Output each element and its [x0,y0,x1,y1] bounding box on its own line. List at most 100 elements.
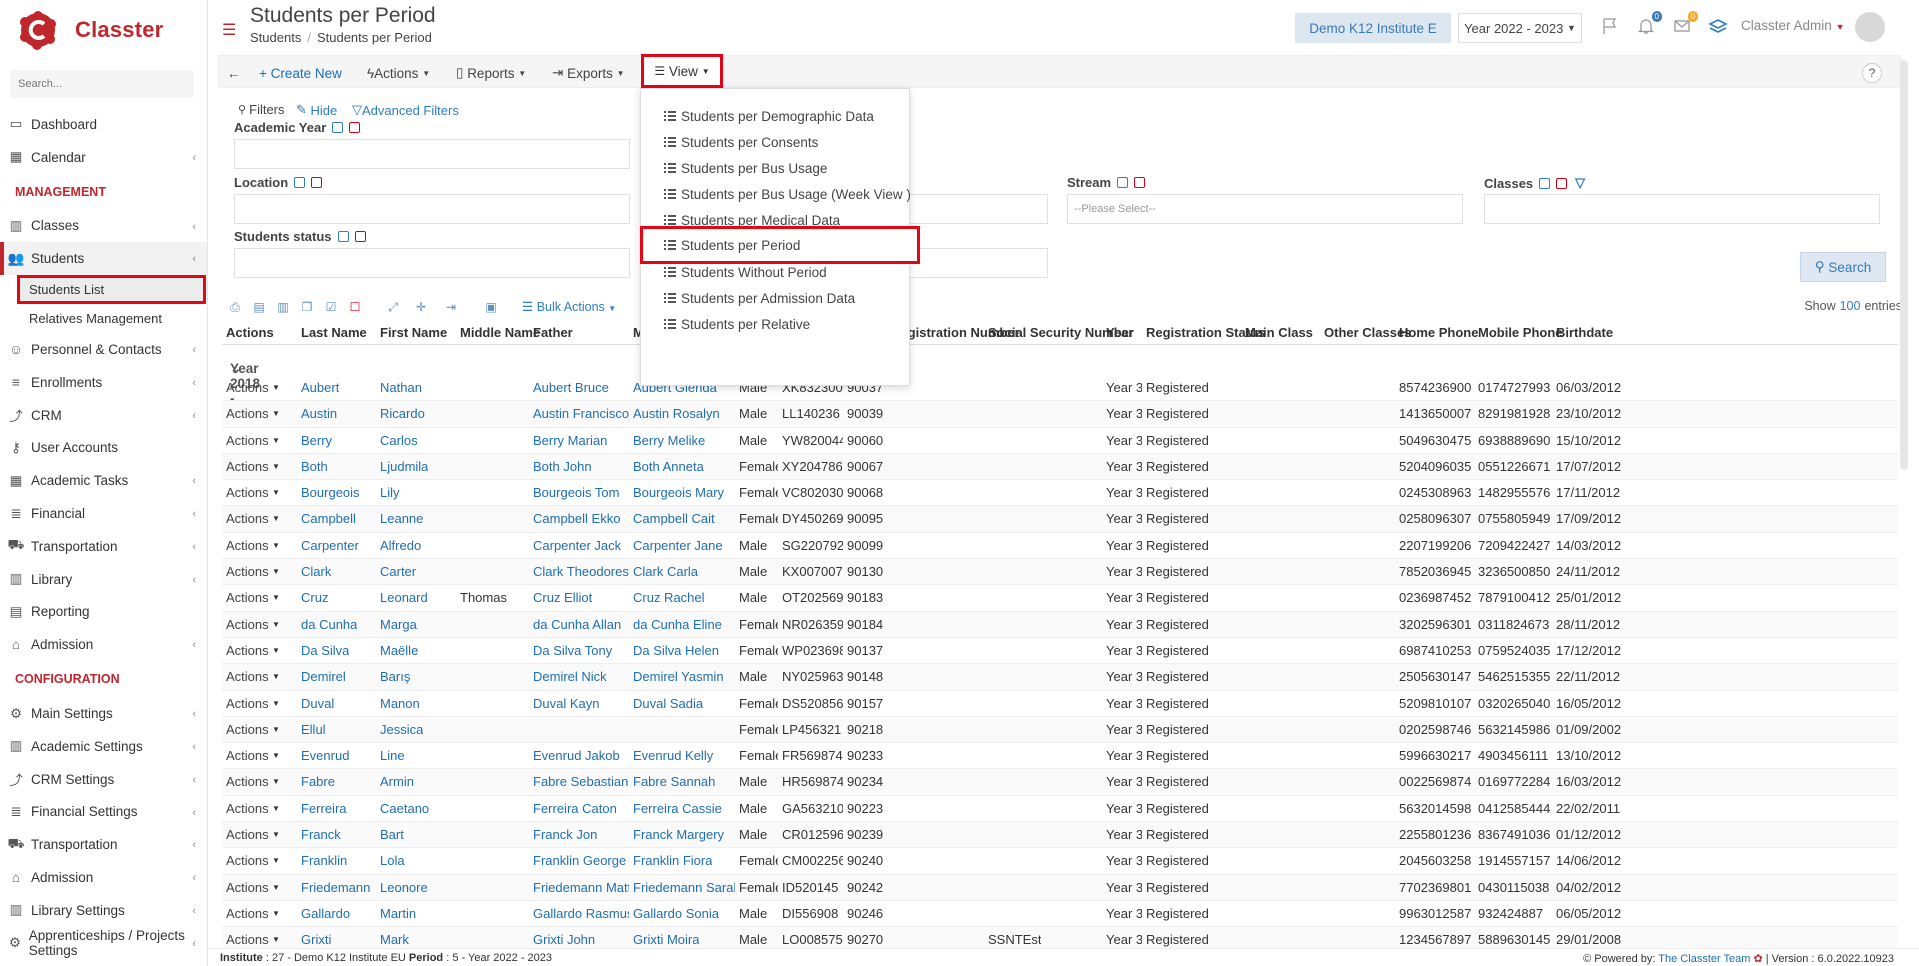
select-all-icon[interactable] [337,231,349,242]
table-cell[interactable]: Lola [380,853,405,868]
table-cell[interactable]: Campbell Ekko [533,511,620,526]
table-cell[interactable]: Franklin [301,853,347,868]
columns-icon[interactable]: ▣ [484,300,498,314]
sidebar-item-reporting[interactable]: ▤ Reporting [0,596,207,629]
institute-button[interactable]: Demo K12 Institute E [1295,13,1451,43]
table-cell[interactable]: Austin Rosalyn [633,406,720,421]
view-menu-item-students-per-bus-usage[interactable]: Students per Bus Usage [641,155,911,181]
sidebar-item-transportation[interactable]: ⛟ Transportation ‹ [0,530,207,563]
table-cell[interactable]: Clark Theodores [533,564,629,579]
view-menu-item-students-per-demographic-data[interactable]: Students per Demographic Data [641,103,911,129]
table-cell[interactable]: Franklin Fiora [633,853,712,868]
sidebar-item-academic-settings[interactable]: ▥ Academic Settings ‹ [0,730,207,763]
table-cell[interactable]: Franck Jon [533,827,597,842]
row-actions-button[interactable]: Actions [226,511,269,526]
sidebar-item-main-settings[interactable]: ⚙ Main Settings ‹ [0,697,207,730]
table-cell[interactable]: Nathan [380,380,422,395]
table-cell[interactable]: Austin Francisco [533,406,629,421]
hide-filters-link[interactable]: ✎ Hide [296,102,337,118]
collapse-icon[interactable]: ✛ [414,300,428,314]
table-cell[interactable]: Lily [380,485,400,500]
row-actions-button[interactable]: Actions [226,590,269,605]
row-actions-button[interactable]: Actions [226,617,269,632]
search-button[interactable]: ⚲ Search [1800,252,1886,282]
table-cell[interactable]: Da Silva Tony [533,643,612,658]
actions-button[interactable]: ϟ Actions ▼ [367,61,430,85]
table-cell[interactable]: Ferreira Cassie [633,801,722,816]
table-cell[interactable]: Carter [380,564,416,579]
table-row[interactable]: Actions ▼ Clark Carter Clark Theodores Clark … [222,559,1898,586]
table-cell[interactable]: Gallardo Rasmus [533,906,629,921]
row-actions-button[interactable]: Actions [226,801,269,816]
row-actions-button[interactable]: Actions [226,853,269,868]
table-cell[interactable]: Both Anneta [633,459,704,474]
pdf-icon[interactable]: ▥ [276,300,290,314]
mail-icon[interactable]: 0 [1670,11,1698,39]
copy-icon[interactable]: ❐ [300,300,314,314]
students-status-field[interactable] [234,248,630,278]
sidebar-item-admission[interactable]: ⌂ Admission ‹ [0,628,207,661]
sidebar-search-input[interactable] [10,70,194,98]
clear-icon[interactable] [349,122,361,133]
column-header[interactable]: Birthdate [1556,325,1613,340]
hidden-field-middle[interactable] [908,194,1048,224]
table-cell[interactable]: Ellul [301,722,326,737]
avatar[interactable] [1855,12,1885,42]
table-cell[interactable]: Clark Carla [633,564,698,579]
classter-team-link[interactable]: The Classter Team [1658,953,1750,965]
table-cell[interactable]: Bart [380,827,404,842]
table-cell[interactable]: Berry [301,433,332,448]
table-cell[interactable]: Ferreira Caton [533,801,617,816]
row-actions-button[interactable]: Actions [226,485,269,500]
table-cell[interactable]: Barış [380,669,410,684]
table-cell[interactable]: Berry Marian [533,433,607,448]
sidebar-item-library-settings[interactable]: ▥ Library Settings ‹ [0,894,207,927]
user-menu[interactable]: Classter Admin ▼ [1741,18,1844,33]
entries-select[interactable]: 100 [1840,299,1861,313]
sidebar-item-academic-tasks[interactable]: ▦ Academic Tasks ‹ [0,464,207,497]
table-cell[interactable]: da Cunha Allan [533,617,621,632]
sidebar-item-library[interactable]: ▥ Library ‹ [0,563,207,596]
table-cell[interactable]: Maëlle [380,643,418,658]
menu-toggle-icon[interactable]: ☰ [222,20,236,40]
sidebar-subitem-relatives-management[interactable]: Relatives Management [0,304,207,333]
table-cell[interactable]: Cruz Elliot [533,590,592,605]
table-cell[interactable]: Carpenter [301,538,359,553]
table-cell[interactable]: Gallardo Sonia [633,906,719,921]
table-cell[interactable]: Berry Melike [633,433,705,448]
table-cell[interactable]: Both [301,459,328,474]
table-cell[interactable]: Friedemann Sarah [633,880,735,895]
table-cell[interactable]: Leonore [380,880,428,895]
table-row[interactable]: Actions ▼ Franklin Lola Franklin George Frank… [222,848,1898,875]
table-row[interactable]: Actions ▼ Cruz Leonard Thomas Cruz Elliot Cruz… [222,585,1898,612]
print-icon[interactable]: ⎙ [228,300,242,314]
table-cell[interactable]: da Cunha [301,617,357,632]
table-cell[interactable]: Caetano [380,801,429,816]
hidden-field-middle-2[interactable] [908,248,1048,278]
row-actions-button[interactable]: Actions [226,880,269,895]
clear-icon[interactable] [311,177,323,188]
row-actions-button[interactable]: Actions [226,722,269,737]
table-cell[interactable]: Duval [301,696,334,711]
row-actions-button[interactable]: Actions [226,643,269,658]
table-row[interactable]: Actions ▼ Berry Carlos Berry Marian Berry Mel… [222,428,1898,454]
group-row[interactable]: ⌄ Year 2018 - 2019 [222,345,1898,421]
excel-icon[interactable]: ▤ [252,300,266,314]
table-cell[interactable]: Bourgeois Mary [633,485,724,500]
sidebar-item-apprenticeships-projects-settings[interactable]: ⚙ Apprenticeships / Projects Settings ‹ [0,927,207,960]
table-cell[interactable]: Austin [301,406,337,421]
table-cell[interactable]: Duval Kayn [533,696,599,711]
reports-button[interactable]: ▯ Reports ▼ [456,61,526,85]
row-actions-button[interactable]: Actions [226,380,269,395]
table-cell[interactable]: Ferreira [301,801,347,816]
table-cell[interactable]: Ljudmila [380,459,428,474]
table-row[interactable]: Actions ▼ Campbell Leanne Campbell Ekko Campb… [222,506,1898,533]
table-row[interactable]: Actions ▼ Both Ljudmila Both John Both Anneta… [222,453,1898,481]
table-cell[interactable]: Clark [301,564,331,579]
row-actions-button[interactable]: Actions [226,932,269,947]
create-new-button[interactable]: + Create New [259,61,342,85]
export-icon[interactable]: ⇥ [444,300,458,314]
table-cell[interactable]: Friedemann [301,880,370,895]
help-button[interactable]: ? [1862,63,1882,83]
table-cell[interactable]: Cruz Rachel [633,590,705,605]
